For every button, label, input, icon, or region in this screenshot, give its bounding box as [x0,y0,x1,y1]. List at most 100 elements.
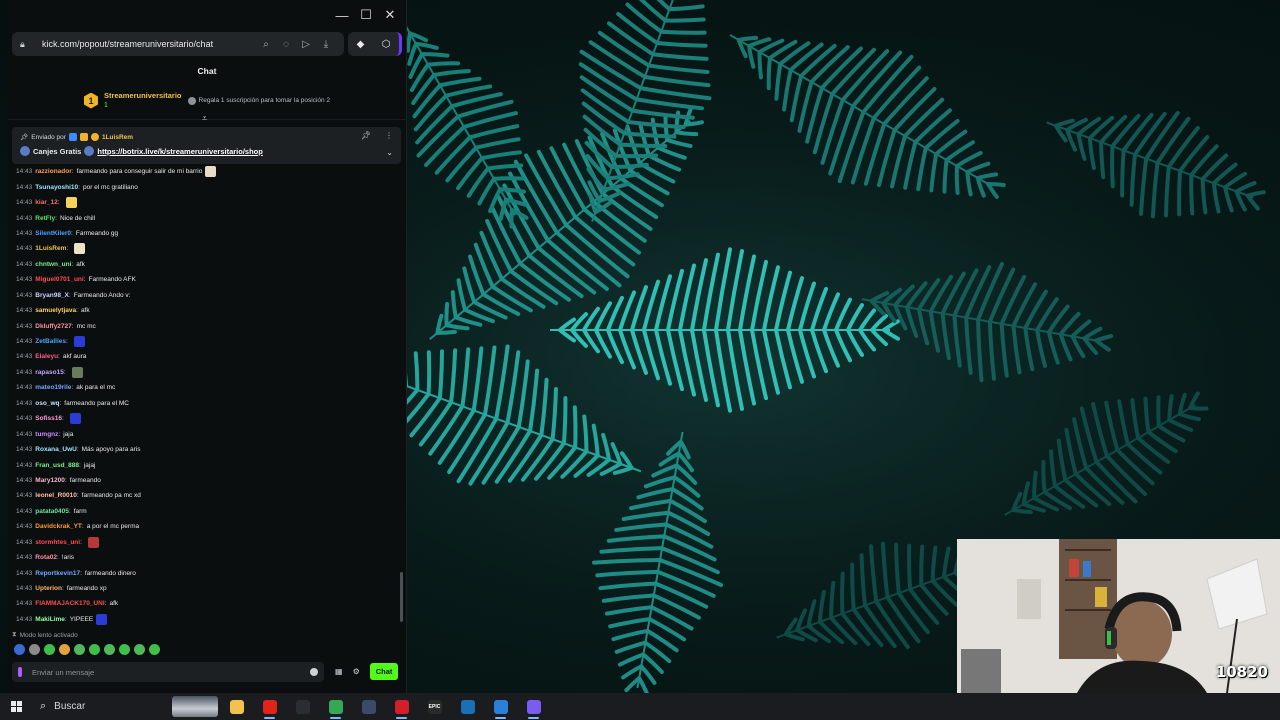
message-timestamp: 14:43 [16,615,33,623]
leaderboard-username[interactable]: Streameruniversitario [104,91,182,101]
maximize-button[interactable]: ☐ [354,3,378,27]
league-app-button[interactable] [286,693,319,720]
message-text: farm [73,507,87,515]
search-highlight-image [172,696,218,717]
download-icon[interactable]: ⤓ [316,39,336,50]
emote-icon [87,536,99,548]
message-text: Farmeando AFK [88,276,136,284]
message-username[interactable]: leonel_R0010 [35,492,77,499]
quick-emote-icon[interactable] [89,644,100,655]
message-timestamp: 14:43 [16,322,33,330]
message-username[interactable]: Tsunayoshi10 [35,184,78,191]
quick-emote-icon[interactable] [44,644,55,655]
message-timestamp: 14:43 [16,523,33,531]
shield-icon[interactable]: ◌ [276,39,296,50]
message-username[interactable]: kiar_12 [35,199,57,206]
more-options-icon[interactable]: ⋮ [385,131,393,140]
chrome-button[interactable] [319,693,352,720]
message-username[interactable]: razzionador [35,168,71,175]
chat-message: 14:43 rapaso15: [16,365,396,380]
message-username[interactable]: oso_wq [35,400,59,407]
opera-browser-button[interactable] [253,693,286,720]
message-separator: : [71,322,74,330]
message-text: farmeando xp [66,585,107,593]
message-username[interactable]: RetFly [35,215,55,222]
quick-emote-icon[interactable] [74,644,85,655]
message-username[interactable]: patata0405 [35,508,69,515]
message-username[interactable]: Reportkevin17 [35,570,80,577]
message-username[interactable]: stormhtes_uni [35,539,80,546]
settings-gear-icon[interactable]: ⚙ [353,667,360,676]
message-username[interactable]: rapaso15 [35,369,64,376]
message-username[interactable]: ZetBallies [35,338,66,345]
expand-chevron-icon[interactable]: ⌄ [386,148,393,157]
message-username[interactable]: chntwn_uni [35,261,71,268]
message-username[interactable]: Bryan98_X [35,292,69,299]
message-username[interactable]: samuelytjava [35,307,76,314]
quick-emote-icon[interactable] [14,644,25,655]
message-text: YIPEEE [69,615,94,623]
address-bar[interactable]: 🔒︎ kick.com/popout/streameruniversitario… [12,32,344,56]
message-username[interactable]: FIAMMAJACK170_UNI [35,600,104,607]
chat-scrollbar[interactable] [400,572,403,622]
message-username[interactable]: tumgnz [35,431,58,438]
quick-emote-icon[interactable] [59,644,70,655]
message-username[interactable]: MakiLime [35,616,65,623]
quick-emote-icon[interactable] [29,644,40,655]
message-username[interactable]: Upterion [35,585,62,592]
pinned-link[interactable]: https://botrix.live/k/streameruniversita… [97,147,262,156]
message-username[interactable]: Sofiss16 [35,415,62,422]
vscode-button[interactable] [484,693,517,720]
message-text: jajaj [83,461,96,469]
message-username[interactable]: Elaleyu [35,353,58,360]
taskbar-search[interactable]: ⌕ Buscar [32,693,220,720]
message-username[interactable]: mateo19rile [35,384,71,391]
message-timestamp: 14:43 [16,199,33,207]
start-button[interactable] [0,693,32,720]
diamond-extension-icon[interactable]: ◆ [357,39,365,50]
emoji-picker-icon[interactable] [310,668,318,676]
message-timestamp: 14:43 [16,476,33,484]
microphone-icon[interactable] [18,667,22,677]
close-button[interactable]: ✕ [378,3,402,27]
lock-icon[interactable]: 🔒︎ [20,39,30,49]
message-username[interactable]: Miguel0701_uni [35,276,83,283]
message-username[interactable]: Roxana_UwU [35,446,77,453]
message-text: afk [80,307,90,315]
discord-button[interactable] [517,693,550,720]
message-timestamp: 14:43 [16,307,33,315]
message-username[interactable]: Fran_usd_888 [35,462,79,469]
message-username[interactable]: Davidckrak_YT [35,523,82,530]
send-chat-button[interactable]: Chat [369,663,399,680]
message-username[interactable]: Mary1200 [35,477,65,484]
epic-games-button[interactable]: EPIC [418,693,451,720]
send-icon[interactable]: ▷ [296,39,316,50]
quick-emote-icon[interactable] [134,644,145,655]
pinned-sender-name[interactable]: 1LuisRem [102,134,133,141]
record-app-button[interactable] [385,693,418,720]
message-timestamp: 14:43 [16,585,33,593]
quick-emote-icon[interactable] [149,644,160,655]
message-input[interactable]: Enviar un mensaje [32,668,310,677]
quick-emote-icon[interactable] [104,644,115,655]
emote-icon [65,197,77,209]
zoom-icon[interactable]: ⌕ [256,39,276,50]
virtual-machine-button[interactable] [352,693,385,720]
chrome-icon [328,699,343,714]
message-composer[interactable]: Enviar un mensaje [12,662,324,682]
pin-toggle-icon[interactable]: 📌︎ [361,131,371,140]
message-username[interactable]: SilentKiler0 [35,230,71,237]
search-label[interactable]: Buscar [54,701,85,712]
cube-extension-icon[interactable]: ⬡ [382,39,391,50]
message-username[interactable]: Dkluffy2727 [35,323,72,330]
url-text[interactable]: kick.com/popout/streameruniversitario/ch… [42,39,256,49]
leaderboard-user[interactable]: Streameruniversitario 1 [104,91,182,111]
minimize-button[interactable]: — [330,3,354,27]
message-username[interactable]: 1LuisRem [35,245,66,252]
steam-button[interactable] [451,693,484,720]
gift-icon[interactable]: ▦ [335,667,343,676]
message-username[interactable]: Rota02 [35,554,57,561]
file-explorer-button[interactable] [220,693,253,720]
quick-emote-icon[interactable] [119,644,130,655]
collapse-chevron-icon[interactable]: ⩡ [202,113,207,124]
